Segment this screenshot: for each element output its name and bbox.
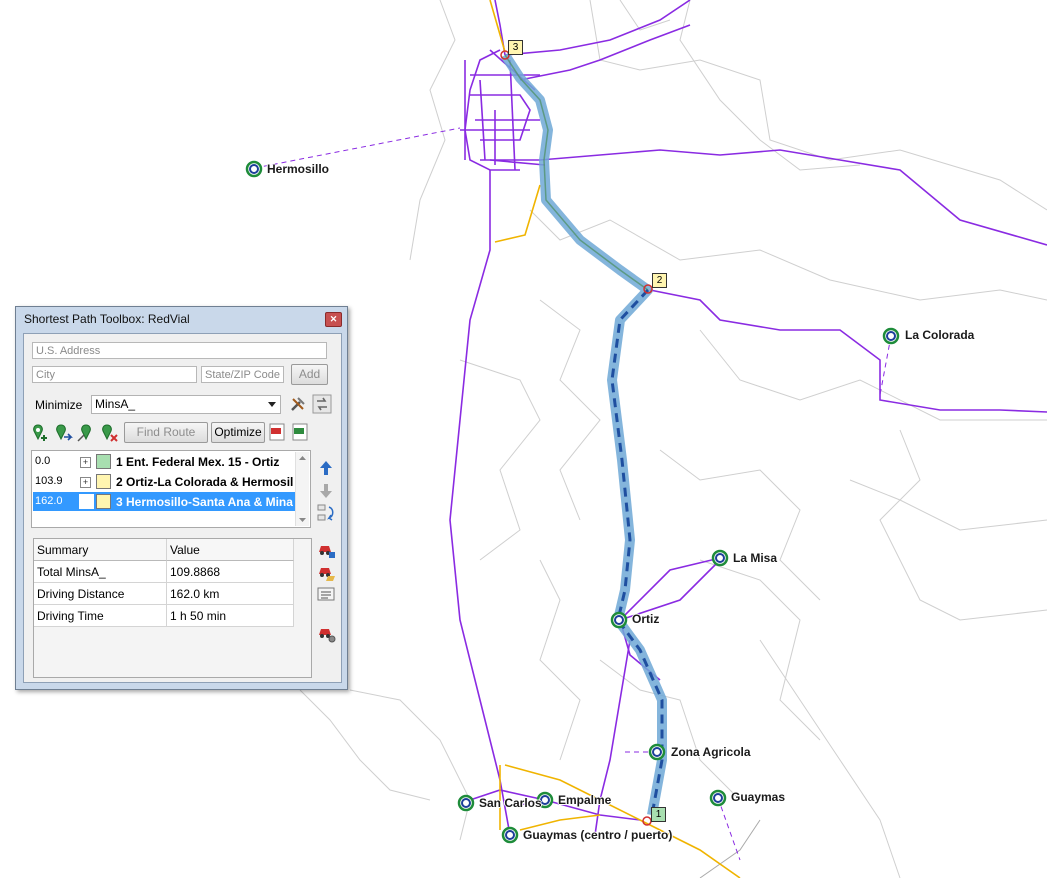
save-route-icon[interactable] <box>316 540 336 560</box>
city-label-guaymas-centro: Guaymas (centro / puerto) <box>523 828 673 842</box>
stop-cost: 162.0 <box>35 495 63 507</box>
summary-table: Summary Value Total MinsA_ 109.8868 Driv… <box>33 538 312 678</box>
route-settings-icon[interactable] <box>316 623 336 643</box>
find-route-button[interactable]: Find Route <box>124 422 208 443</box>
city-label-hermosillo: Hermosillo <box>267 162 330 176</box>
coastline <box>699 819 761 878</box>
optimize-button[interactable]: Optimize <box>211 422 265 443</box>
summary-label: Total MinsA_ <box>34 561 167 583</box>
stop-badge-1: 1 <box>651 807 666 822</box>
city-label-la-colorada: La Colorada <box>905 328 975 342</box>
stop-row[interactable]: 103.9 + 2 Ortiz-La Colorada & Hermosillo <box>33 472 296 491</box>
city-label-empalme: Empalme <box>558 793 612 807</box>
stop-row-selected[interactable]: 162.0 3 Hermosillo-Santa Ana & Mina <box>33 492 296 511</box>
city-marker[interactable] <box>501 826 519 844</box>
stop-name: 1 Ent. Federal Mex. 15 - Ortiz <box>116 455 280 469</box>
tools-icon[interactable] <box>288 394 308 414</box>
dialog-titlebar[interactable]: Shortest Path Toolbox: RedVial ✕ <box>16 307 347 331</box>
stop-name: 3 Hermosillo-Santa Ana & Mina <box>116 495 293 509</box>
minimize-label: Minimize <box>35 398 83 412</box>
directions-list-icon[interactable] <box>316 584 336 604</box>
stop-cost: 103.9 <box>35 475 63 487</box>
road-network <box>449 0 1047 836</box>
shortest-path-dialog: Shortest Path Toolbox: RedVial ✕ U.S. Ad… <box>15 306 348 690</box>
dialog-title: Shortest Path Toolbox: RedVial <box>24 312 190 326</box>
open-route-icon[interactable] <box>316 562 336 582</box>
pdf-export-icon[interactable] <box>267 422 287 442</box>
add-stop-icon[interactable] <box>30 423 50 443</box>
chevron-down-icon <box>268 402 276 407</box>
stops-list[interactable]: 0.0 + 1 Ent. Federal Mex. 15 - Ortiz 103… <box>31 450 311 528</box>
expand-icon[interactable]: + <box>80 457 91 468</box>
excel-export-icon[interactable] <box>290 422 310 442</box>
stop-row[interactable]: 0.0 + 1 Ent. Federal Mex. 15 - Ortiz <box>33 452 296 471</box>
city-marker[interactable] <box>610 611 628 629</box>
minimize-select[interactable]: MinsA_ <box>91 395 281 414</box>
move-down-icon[interactable] <box>316 481 336 501</box>
dialog-client: U.S. Address City State/ZIP Code Add Min… <box>23 333 342 683</box>
city-marker[interactable] <box>709 789 727 807</box>
stop-cost: 0.0 <box>35 455 51 467</box>
city-label-la-misa: La Misa <box>733 551 778 565</box>
city-marker[interactable] <box>882 327 900 345</box>
pick-stop-icon[interactable] <box>76 423 96 443</box>
city-label-guaymas: Guaymas <box>731 790 786 804</box>
summary-value: 1 h 50 min <box>167 605 294 627</box>
state-zip-input[interactable]: State/ZIP Code <box>201 366 284 383</box>
route-dash <box>610 288 664 816</box>
city-label-san-carlos: San Carlos <box>479 796 542 810</box>
address-input[interactable]: U.S. Address <box>32 342 327 359</box>
reverse-route-icon[interactable] <box>316 503 336 523</box>
summary-header: Summary <box>34 539 167 561</box>
minimize-value: MinsA_ <box>95 397 136 411</box>
city-marker[interactable] <box>711 549 729 567</box>
stop-color-swatch <box>79 494 94 509</box>
stop-badge-3: 3 <box>508 40 523 55</box>
city-label-zona-agricola: Zona Agricola <box>671 745 751 759</box>
city-marker[interactable] <box>457 794 475 812</box>
city-input[interactable]: City <box>32 366 197 383</box>
stop-name: 2 Ortiz-La Colorada & Hermosillo <box>116 475 294 489</box>
stop-color-swatch <box>96 474 111 489</box>
stop-color-swatch <box>96 454 111 469</box>
summary-label: Driving Distance <box>34 583 167 605</box>
summary-value: 109.8868 <box>167 561 294 583</box>
summary-value: 162.0 km <box>167 583 294 605</box>
city-marker[interactable] <box>245 160 263 178</box>
remove-stops-icon[interactable] <box>99 423 119 443</box>
move-up-icon[interactable] <box>316 458 336 478</box>
stop-color-swatch <box>96 494 111 509</box>
expand-icon[interactable]: + <box>80 477 91 488</box>
add-button[interactable]: Add <box>291 364 328 385</box>
city-label-ortiz: Ortiz <box>632 612 660 626</box>
city-marker[interactable] <box>648 743 666 761</box>
close-icon[interactable]: ✕ <box>325 312 342 327</box>
value-header: Value <box>167 539 294 561</box>
summary-label: Driving Time <box>34 605 167 627</box>
refresh-route-icon[interactable] <box>312 394 332 414</box>
add-route-stop-icon[interactable] <box>53 423 73 443</box>
stops-scrollbar[interactable] <box>295 452 309 526</box>
stop-badge-2: 2 <box>652 273 667 288</box>
scroll-arrows-icon <box>299 456 306 522</box>
